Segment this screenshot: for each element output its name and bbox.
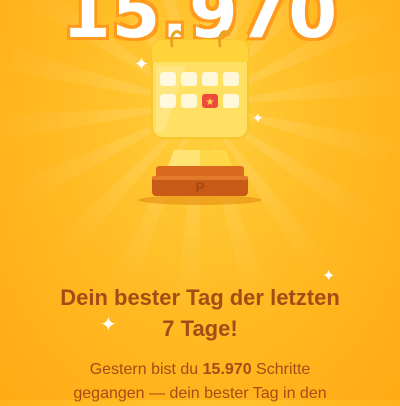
title-line-1: Dein bester Tag der letzten xyxy=(60,285,340,310)
sparkle-icon: ✦ xyxy=(252,111,264,127)
page-title: Dein bester Tag der letzten 7 Tage! xyxy=(0,282,400,344)
star-icon: ★ xyxy=(206,97,215,108)
sparkle-icon: ✦ xyxy=(134,54,150,75)
description-prefix: Gestern bist du xyxy=(89,361,203,378)
description-line-1: Gestern bist du 15.970 Schritte xyxy=(0,358,400,382)
title-line-2: 7 Tage! xyxy=(162,316,238,341)
description-line-2: gegangen — dein bester Tag in den xyxy=(73,385,327,402)
description-suffix: Schritte xyxy=(251,361,311,378)
step-count-highlight: 15.970 xyxy=(202,361,252,378)
description-text: Gestern bist du 15.970 Schritte gegangen… xyxy=(0,358,400,406)
trophy-base-logo: P xyxy=(195,179,204,195)
